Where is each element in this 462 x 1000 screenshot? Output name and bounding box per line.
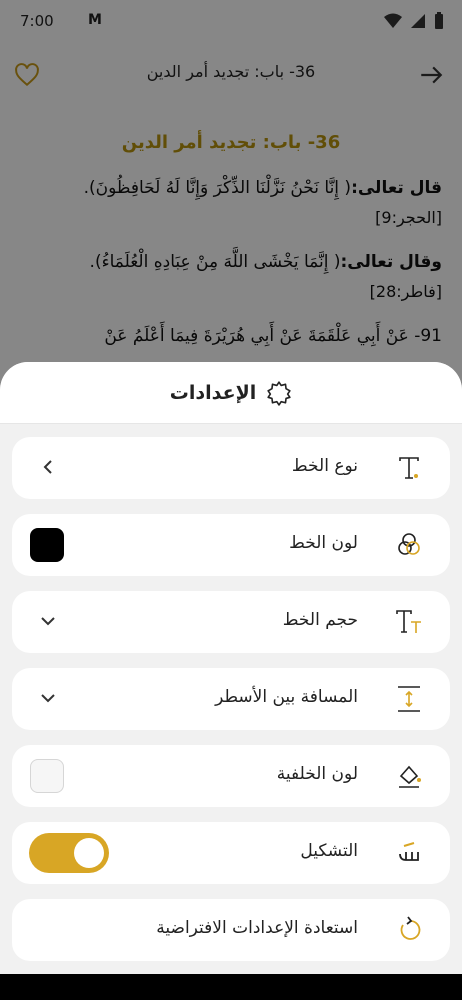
chevron-left-icon [43, 460, 52, 474]
font-color-row[interactable]: لون الخط [12, 514, 450, 576]
font-color-icon [398, 533, 420, 555]
diacritics-label: التشكيل [300, 841, 358, 861]
settings-sheet: الإعدادات نوع الخط لون الخط حجم الخط الم… [0, 362, 462, 974]
chevron-down-icon [41, 694, 55, 703]
settings-title: الإعدادات [169, 381, 257, 404]
line-spacing-label: المسافة بين الأسطر [215, 687, 358, 707]
settings-gear-icon [267, 380, 291, 406]
settings-header: الإعدادات [0, 362, 462, 424]
background-color-row[interactable]: لون الخلفية [12, 745, 450, 807]
line-spacing-row[interactable]: المسافة بين الأسطر [12, 668, 450, 730]
font-type-row[interactable]: نوع الخط [12, 437, 450, 499]
font-type-label: نوع الخط [291, 456, 358, 476]
diacritics-toggle[interactable] [29, 833, 109, 873]
reset-defaults-label: استعادة الإعدادات الافتراضية [156, 918, 358, 938]
chevron-down-icon [41, 617, 55, 626]
diacritics-row[interactable]: التشكيل [12, 822, 450, 884]
line-spacing-icon [398, 686, 420, 712]
font-type-icon [399, 457, 419, 479]
diacritics-icon [399, 842, 419, 861]
font-color-swatch[interactable] [30, 528, 64, 562]
system-nav-bar [0, 974, 462, 1000]
background-color-icon [399, 765, 421, 788]
font-size-row[interactable]: حجم الخط [12, 591, 450, 653]
background-color-swatch[interactable] [30, 759, 64, 793]
background-color-label: لون الخلفية [276, 764, 358, 784]
font-size-icon [396, 610, 421, 633]
reset-defaults-row[interactable]: استعادة الإعدادات الافتراضية [12, 899, 450, 961]
reset-icon [400, 916, 421, 940]
font-size-label: حجم الخط [282, 610, 358, 630]
toggle-knob [74, 838, 104, 868]
font-color-label: لون الخط [289, 533, 358, 553]
